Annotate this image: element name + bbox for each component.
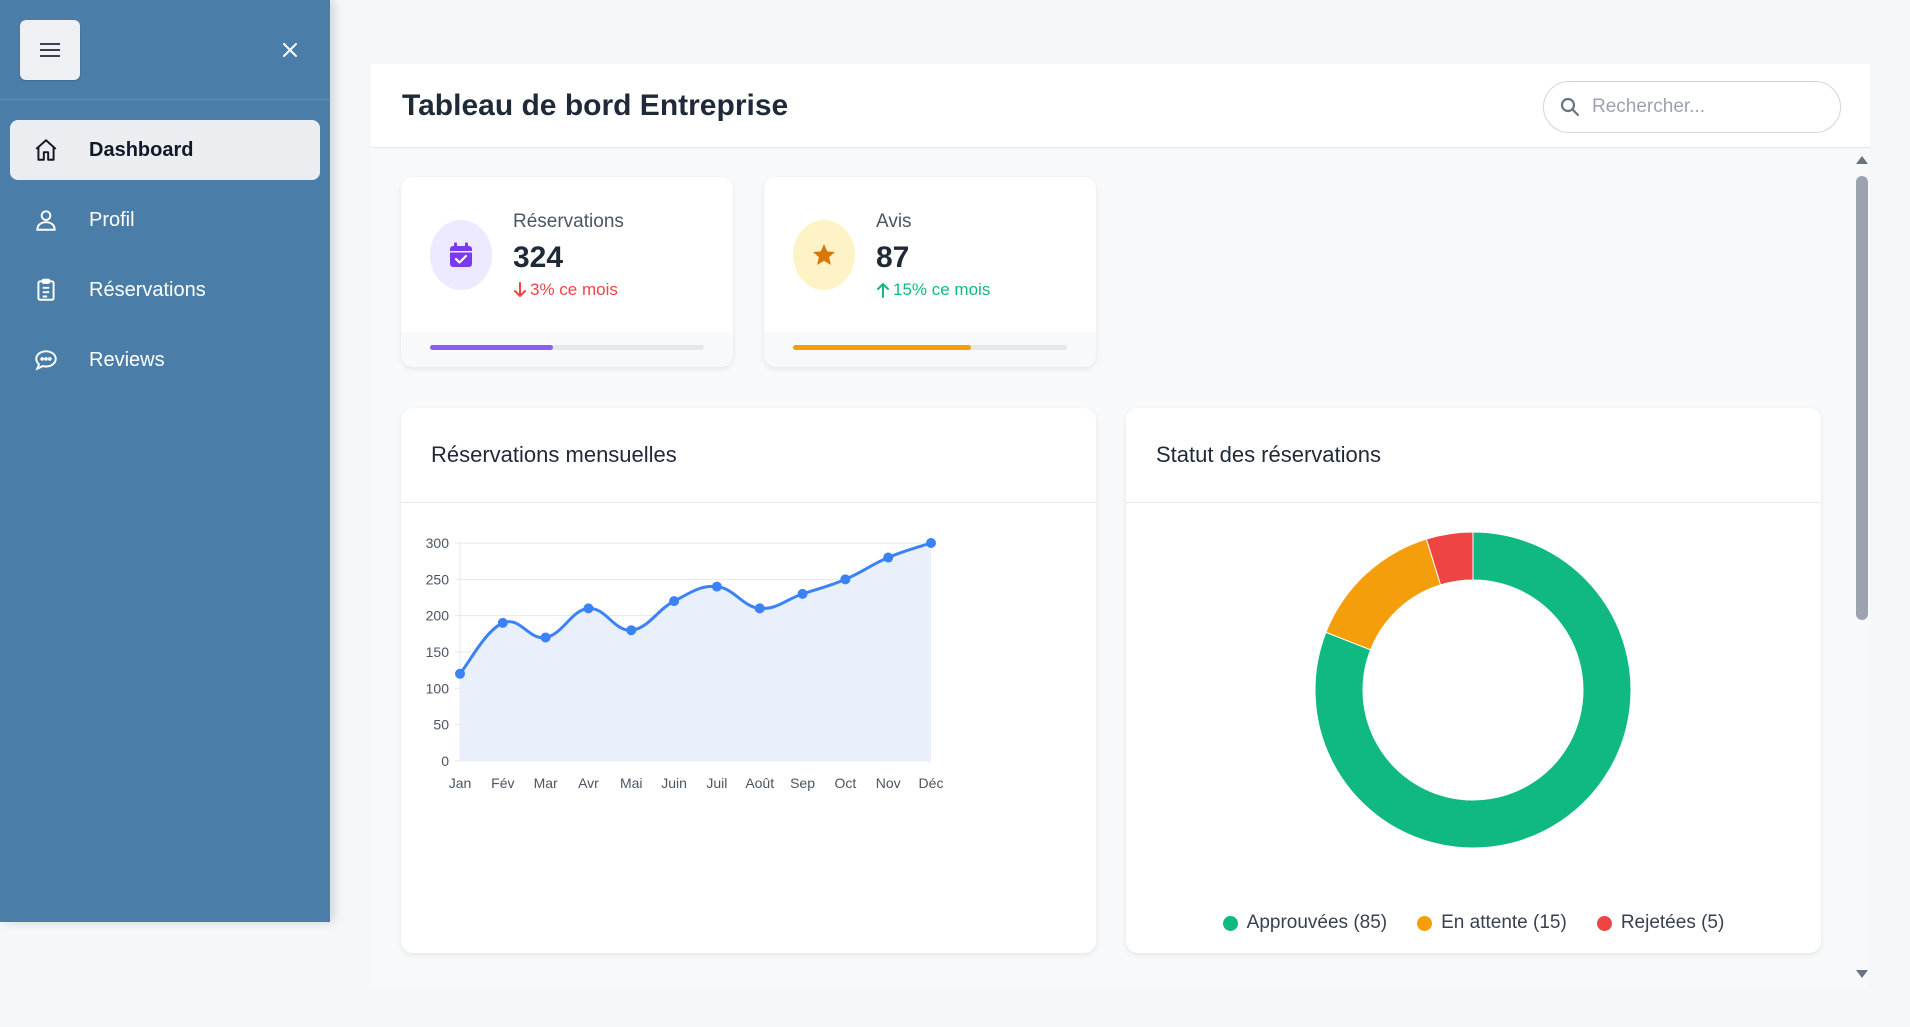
x-tick-label: Jan <box>449 775 472 791</box>
x-tick-label: Juil <box>706 775 727 791</box>
stat-value: 87 <box>876 241 910 274</box>
scroll-up-arrow[interactable] <box>1856 156 1868 164</box>
data-point[interactable] <box>669 596 680 607</box>
sidebar-item-reviews[interactable]: Reviews <box>10 330 320 390</box>
scrollbar-thumb[interactable] <box>1856 176 1868 620</box>
sidebar: Dashboard Profil Réservations Reviews <box>0 0 330 922</box>
legend-item[interactable]: Approuvées (85) <box>1222 912 1388 934</box>
search-input[interactable] <box>1592 96 1822 118</box>
arrow-up-icon <box>877 283 889 298</box>
data-point[interactable] <box>797 588 808 599</box>
x-tick-label: Juin <box>661 775 687 791</box>
data-point[interactable] <box>497 617 508 628</box>
progress-bar <box>793 345 1067 350</box>
stat-card-reservations: Réservations 324 3% ce mois <box>401 177 733 367</box>
progress-bar <box>430 345 704 350</box>
x-tick-label: Fév <box>491 775 514 791</box>
page-header: Tableau de bord Entreprise <box>371 64 1870 148</box>
chart-legend: Approuvées (85) En attente (15) Rejetées (… <box>1126 912 1821 934</box>
data-point[interactable] <box>840 574 851 585</box>
donut-slice[interactable] <box>1325 538 1442 651</box>
close-icon <box>283 43 297 57</box>
legend-item[interactable]: Rejetées (5) <box>1596 912 1725 934</box>
data-point[interactable] <box>883 552 894 563</box>
stat-trend-text: 3% ce mois <box>530 280 618 299</box>
y-tick-label: 0 <box>441 753 449 769</box>
menu-toggle-button[interactable] <box>20 20 80 80</box>
scroll-down-arrow[interactable] <box>1856 970 1868 978</box>
legend-label: Rejetées (5) <box>1620 912 1725 933</box>
legend-swatch <box>1417 915 1433 931</box>
card-header: Statut des réservations <box>1126 408 1821 503</box>
stat-trend-text: 15% ce mois <box>893 280 991 299</box>
card-title: Statut des réservations <box>1156 442 1382 467</box>
data-point[interactable] <box>754 603 765 614</box>
y-tick-label: 150 <box>426 644 450 660</box>
card-title: Réservations mensuelles <box>431 442 677 467</box>
arrow-down-icon <box>514 282 526 297</box>
x-tick-label: Sep <box>790 775 815 791</box>
calendar-check-icon <box>430 220 492 290</box>
y-tick-label: 250 <box>426 571 450 587</box>
search-icon <box>1558 95 1582 119</box>
donut-chart <box>1314 531 1632 849</box>
data-point[interactable] <box>711 581 722 592</box>
legend-swatch <box>1222 915 1238 931</box>
x-tick-label: Août <box>745 775 774 791</box>
legend-label: En attente (15) <box>1441 912 1567 933</box>
y-tick-label: 50 <box>433 717 449 733</box>
sidebar-nav: Dashboard Profil Réservations Reviews <box>0 100 330 390</box>
stat-trend: 15% ce mois <box>876 280 990 300</box>
legend-swatch <box>1596 915 1612 931</box>
data-point[interactable] <box>540 632 551 643</box>
data-point[interactable] <box>455 668 465 679</box>
page-title: Tableau de bord Entreprise <box>402 89 789 122</box>
x-tick-label: Déc <box>919 775 944 791</box>
stat-label: Réservations <box>513 211 624 232</box>
stat-card-avis: Avis 87 15% ce mois <box>764 177 1096 367</box>
y-tick-label: 200 <box>426 608 450 624</box>
x-tick-label: Nov <box>876 775 901 791</box>
hamburger-icon <box>40 43 60 57</box>
home-icon <box>30 134 62 166</box>
y-tick-label: 100 <box>426 680 450 696</box>
progress-bar-fill <box>793 345 972 350</box>
sidebar-item-label: Dashboard <box>89 138 194 161</box>
main-panel: Tableau de bord Entreprise Réservations … <box>371 64 1870 987</box>
stat-label: Avis <box>876 211 912 232</box>
x-tick-label: Mai <box>620 775 643 791</box>
y-tick-label: 300 <box>426 535 450 551</box>
progress-bar-fill <box>430 345 554 350</box>
data-point[interactable] <box>626 625 637 636</box>
sidebar-item-label: Profil <box>89 208 135 231</box>
line-area-fill <box>460 543 931 761</box>
stat-value: 324 <box>513 241 564 274</box>
x-tick-label: Avr <box>578 775 599 791</box>
data-point[interactable] <box>583 603 594 614</box>
card-header: Réservations mensuelles <box>401 408 1096 503</box>
data-point[interactable] <box>926 538 936 548</box>
close-sidebar-button[interactable] <box>276 36 304 64</box>
legend-item[interactable]: En attente (15) <box>1417 912 1567 934</box>
search-box[interactable] <box>1543 81 1841 133</box>
sidebar-header <box>0 0 330 100</box>
legend-label: Approuvées (85) <box>1246 912 1388 933</box>
line-chart: 0 50 100 150 200 250 300 Jan Fév Mar Avr Mai Juin Jui… <box>426 535 944 791</box>
chat-icon <box>30 344 62 376</box>
clipboard-icon <box>30 274 62 306</box>
donut-chart-card: Statut des réservations Approuvées (85) E… <box>1126 408 1821 953</box>
sidebar-item-reservations[interactable]: Réservations <box>10 260 320 320</box>
line-chart-card: Réservations mensuelles 0 50 100 150 200 250 3… <box>401 408 1096 953</box>
sidebar-item-label: Reviews <box>89 348 165 371</box>
x-tick-label: Mar <box>534 775 558 791</box>
user-icon <box>30 204 62 236</box>
star-icon <box>793 220 855 290</box>
sidebar-item-profil[interactable]: Profil <box>10 190 320 250</box>
sidebar-item-dashboard[interactable]: Dashboard <box>10 120 320 180</box>
stat-trend: 3% ce mois <box>513 280 618 300</box>
x-tick-label: Oct <box>834 775 856 791</box>
sidebar-item-label: Réservations <box>89 278 206 301</box>
